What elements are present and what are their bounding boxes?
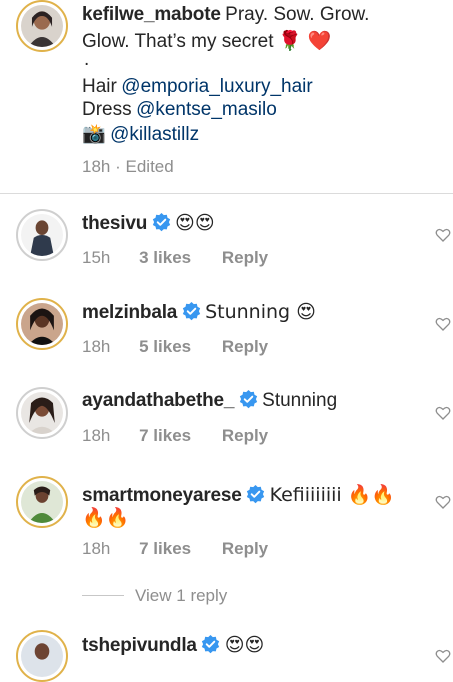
caption-hair-line: Hair @emporia_luxury_hair — [82, 76, 313, 98]
comment-likes[interactable]: 5 likes — [139, 337, 191, 356]
caption-dress-line: Dress @kentse_masilo — [82, 99, 277, 121]
avatar-photo — [21, 392, 63, 434]
comment-text: 😍😍 — [175, 212, 215, 234]
caption-dot: . — [84, 49, 90, 70]
comment-time: 18h — [82, 539, 111, 558]
comment-meta-melzinbala: 18h 5 likes Reply — [82, 337, 268, 357]
comment-username[interactable]: thesivu — [82, 213, 147, 234]
avatar-photo — [21, 303, 63, 345]
comment-line-tshepivundla: tshepivundla 😍😍 — [82, 634, 264, 657]
verified-badge-icon — [239, 390, 257, 409]
comment-avatar-tshepivundla[interactable] — [16, 630, 68, 682]
comment-username[interactable]: ayandathabethe_ — [82, 390, 234, 411]
caption-meta: 18h · Edited — [82, 157, 174, 177]
caption-text-1: Pray. Sow. Grow. — [225, 4, 370, 25]
rose-heart-emoji: 🌹 ❤️ — [277, 30, 332, 52]
verified-badge-icon — [182, 302, 200, 321]
comment-line-smartmoneyarese: smartmoneyarese Kefiiiiiiii 🔥🔥 — [82, 483, 395, 507]
camera-mention-link[interactable]: @killastillz — [110, 124, 199, 145]
comment-meta-smartmoneyarese: 18h 7 likes Reply — [82, 539, 268, 559]
comment-text-line-2: 🔥🔥 — [82, 507, 130, 529]
replies-line — [82, 595, 124, 596]
reply-button[interactable]: Reply — [222, 337, 268, 356]
comment-likes[interactable]: 3 likes — [139, 248, 191, 267]
caption-edited: Edited — [125, 157, 174, 176]
comment-username[interactable]: tshepivundla — [82, 635, 197, 656]
caption-time: 18h — [82, 157, 111, 176]
comment-avatar-thesivu[interactable] — [16, 209, 68, 261]
caption-username[interactable]: kefilwe_mabote — [82, 4, 221, 25]
comment-likes[interactable]: 7 likes — [139, 539, 191, 558]
verified-badge-icon — [202, 635, 220, 654]
reply-button[interactable]: Reply — [222, 248, 268, 267]
verified-badge-icon — [152, 213, 170, 232]
caption-line-1: kefilwe_mabote Pray. Sow. Grow. — [82, 4, 369, 26]
heart-outline-icon[interactable] — [435, 316, 451, 332]
heart-outline-icon[interactable] — [435, 648, 451, 664]
avatar-photo — [21, 214, 63, 256]
caption-line-2: Glow. That’s my secret 🌹 ❤️ — [82, 29, 331, 53]
comment-avatar-smartmoneyarese[interactable] — [16, 476, 68, 528]
comment-time: 15h — [82, 248, 111, 267]
comment-username[interactable]: smartmoneyarese — [82, 485, 242, 506]
caption-avatar[interactable] — [16, 0, 68, 52]
comment-meta-thesivu: 15h 3 likes Reply — [82, 248, 268, 268]
verified-badge-icon — [246, 485, 265, 504]
comment-line-melzinbala: melzinbala Stunning 😍 — [82, 301, 316, 324]
comment-line-ayandathabethe: ayandathabethe_ Stunning — [82, 390, 337, 412]
comment-time: 18h — [82, 426, 111, 445]
heart-outline-icon[interactable] — [435, 494, 451, 510]
avatar-photo — [21, 5, 63, 47]
comment-text: 😍😍 — [224, 634, 265, 656]
caption-camera-line: 📸 @killastillz — [82, 122, 199, 146]
reply-button[interactable]: Reply — [222, 426, 268, 445]
comment-meta-ayandathabethe: 18h 7 likes Reply — [82, 426, 268, 446]
comment-likes[interactable]: 7 likes — [139, 426, 191, 445]
caption-text-2: Glow. That’s my secret — [82, 31, 274, 52]
comment-avatar-ayandathabethe[interactable] — [16, 387, 68, 439]
comment-time: 18h — [82, 337, 111, 356]
hair-label: Hair — [82, 76, 117, 97]
comment-text: Stunning — [262, 390, 338, 411]
comment-text: Kefiiiiiiii 🔥🔥 — [269, 484, 396, 506]
heart-outline-icon[interactable] — [435, 227, 451, 243]
comment-line-thesivu: thesivu 😍😍 — [82, 212, 215, 235]
dress-mention-link[interactable]: @kentse_masilo — [136, 99, 277, 120]
avatar-photo — [21, 481, 63, 523]
comment-avatar-melzinbala[interactable] — [16, 298, 68, 350]
view-replies-button[interactable]: View 1 reply — [135, 586, 227, 606]
heart-outline-icon[interactable] — [435, 405, 451, 421]
comment-text: Stunning 😍 — [205, 301, 316, 323]
meta-separator: · — [115, 157, 121, 176]
caption-divider — [0, 193, 453, 194]
reply-button[interactable]: Reply — [222, 539, 268, 558]
hair-mention-link[interactable]: @emporia_luxury_hair — [121, 76, 312, 97]
dress-label: Dress — [82, 99, 132, 120]
camera-emoji: 📸 — [82, 123, 106, 145]
comment-username[interactable]: melzinbala — [82, 302, 177, 323]
avatar-photo — [21, 635, 63, 677]
